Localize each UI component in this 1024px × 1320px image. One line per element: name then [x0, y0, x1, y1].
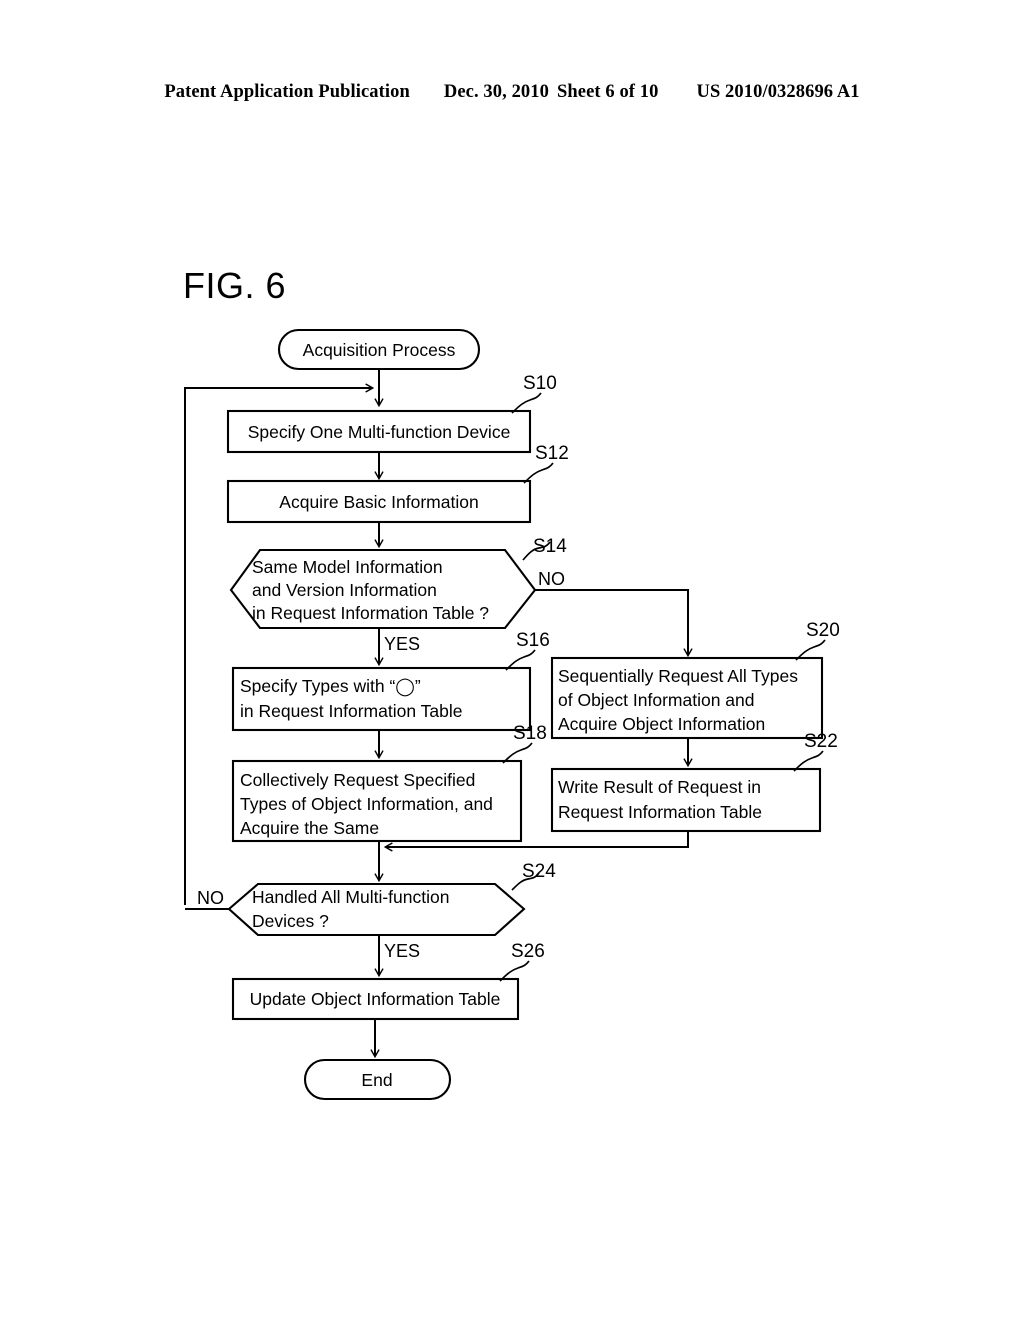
- node-s20-line-1: Sequentially Request All Types: [558, 666, 798, 686]
- node-s14-line-1: Same Model Information: [252, 557, 443, 577]
- step-label-s20: S20: [806, 620, 840, 641]
- edge-s22-to-merge: [386, 831, 689, 847]
- node-s20: Sequentially Request All Types of Object…: [550, 656, 824, 740]
- node-s18-line-2: Types of Object Information, and: [240, 794, 493, 814]
- node-s16: Specify Types with “◯” in Request Inform…: [231, 666, 532, 732]
- node-s20-line-3: Acquire Object Information: [558, 714, 765, 734]
- node-end: End: [303, 1058, 452, 1101]
- node-s10: Specify One Multi-function Device: [226, 409, 532, 454]
- node-s18-line-3: Acquire the Same: [240, 818, 379, 838]
- branch-label-s14-yes: YES: [384, 634, 420, 654]
- node-s14-line-2: and Version Information: [252, 580, 437, 600]
- node-end-label: End: [361, 1070, 392, 1090]
- node-s24-line-1: Handled All Multi-function: [252, 887, 449, 907]
- step-label-s22: S22: [804, 731, 838, 752]
- edge-s14-no-to-s20: [535, 589, 688, 655]
- node-s26: Update Object Information Table: [231, 977, 520, 1021]
- node-s14-line-3: in Request Information Table ?: [252, 603, 489, 623]
- node-s18: Collectively Request Specified Types of …: [231, 759, 523, 843]
- step-label-s26: S26: [511, 941, 545, 962]
- flowchart-diagram: Acquisition Process Specify One Multi-fu…: [184, 328, 840, 1101]
- node-s22-line-1: Write Result of Request in: [558, 777, 761, 797]
- leader-s12: [523, 462, 554, 484]
- node-s12: Acquire Basic Information: [226, 479, 532, 524]
- patent-figure-page: Patent Application Publication Dec. 30, …: [0, 0, 1024, 1320]
- node-s22-line-2: Request Information Table: [558, 802, 762, 822]
- node-s22: Write Result of Request in Request Infor…: [550, 767, 822, 833]
- node-s16-line-2: in Request Information Table: [240, 701, 462, 721]
- node-start-label: Acquisition Process: [303, 340, 456, 360]
- node-s10-line-1: Specify One Multi-function Device: [248, 422, 511, 442]
- step-label-s16: S16: [516, 630, 550, 651]
- step-label-s12: S12: [535, 443, 569, 464]
- step-label-s14: S14: [533, 536, 567, 557]
- node-s18-line-1: Collectively Request Specified: [240, 770, 475, 790]
- step-label-s24: S24: [522, 861, 556, 882]
- step-label-s10: S10: [523, 373, 557, 394]
- node-s12-line-1: Acquire Basic Information: [279, 492, 478, 512]
- node-s24-line-2: Devices ?: [252, 911, 329, 931]
- branch-label-s24-no: NO: [197, 888, 224, 908]
- branch-label-s24-yes: YES: [384, 941, 420, 961]
- node-s26-line-1: Update Object Information Table: [250, 989, 501, 1009]
- node-start: Acquisition Process: [277, 328, 481, 371]
- node-s14: Same Model Information and Version Infor…: [229, 548, 537, 630]
- node-s16-line-1: Specify Types with “◯”: [240, 676, 421, 697]
- step-label-s18: S18: [513, 723, 547, 744]
- branch-label-s14-no: NO: [538, 569, 565, 589]
- node-s20-line-2: of Object Information and: [558, 690, 755, 710]
- node-s24: Handled All Multi-function Devices ?: [227, 882, 526, 937]
